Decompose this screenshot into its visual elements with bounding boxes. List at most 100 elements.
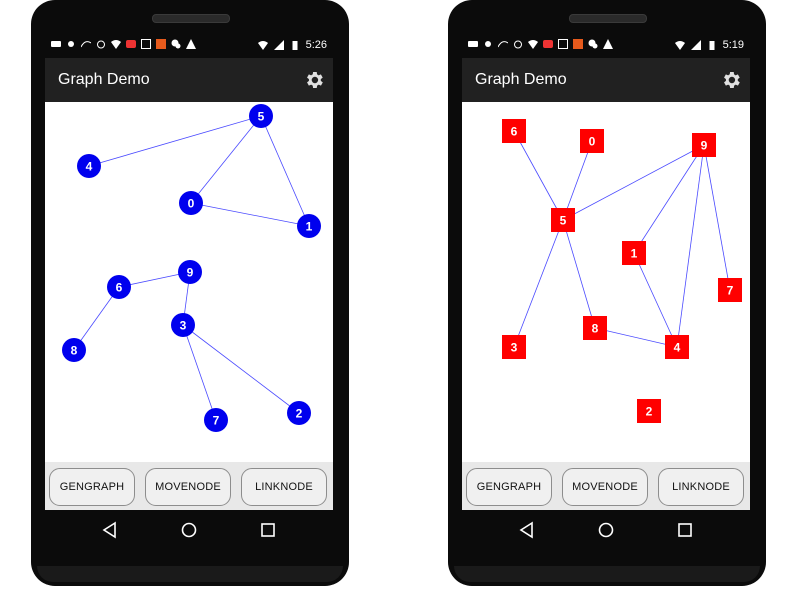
- graph-node-9[interactable]: 9: [692, 133, 716, 157]
- app-bar: Graph Demo: [462, 58, 750, 102]
- status-right: 5:26: [257, 39, 327, 51]
- node-label: 7: [213, 414, 220, 428]
- speaker-grille: [569, 14, 647, 23]
- graph-edge-1-4: [633, 252, 678, 348]
- graph-node-5[interactable]: 5: [551, 208, 575, 232]
- wifi-icon: [257, 41, 268, 50]
- badge-icon: [543, 40, 553, 48]
- status-bar: 5:19: [462, 36, 750, 56]
- status-bar: 5:26: [45, 36, 333, 56]
- wechat-icon: [171, 39, 181, 49]
- node-label: 3: [180, 319, 187, 333]
- graph-edge-5-0: [190, 115, 262, 204]
- linknode-button[interactable]: LINKNODE: [658, 468, 744, 506]
- gengraph-button[interactable]: GENGRAPH: [49, 468, 135, 506]
- graph-node-8[interactable]: 8: [583, 316, 607, 340]
- node-label: 8: [592, 322, 599, 336]
- node-label: 2: [296, 407, 303, 421]
- signature-icon: [498, 41, 508, 48]
- warning-icon: [186, 39, 196, 49]
- graph-edge-0-1: [190, 202, 310, 227]
- button-bar: GENGRAPH MOVENODE LINKNODE: [45, 462, 333, 510]
- graph-node-2[interactable]: 2: [637, 399, 661, 423]
- message-icon: [51, 41, 61, 47]
- graph-node-3[interactable]: 3: [171, 313, 195, 337]
- graph-edge-5-1: [260, 115, 310, 227]
- graph-node-6[interactable]: 6: [502, 119, 526, 143]
- brightness-icon: [68, 41, 74, 47]
- recents-icon[interactable]: [676, 521, 694, 539]
- graph-edge-5-8: [562, 219, 596, 329]
- home-icon[interactable]: [597, 521, 615, 539]
- back-icon[interactable]: [101, 521, 119, 539]
- a-icon: [156, 39, 166, 49]
- graph-edge-9-1: [633, 144, 705, 254]
- brightness-icon: [485, 41, 491, 47]
- graph-svg[interactable]: 5 4 0 1 9 6 3 8 7 2: [45, 102, 333, 462]
- node-label: 2: [646, 405, 653, 419]
- graph-edge-8-4: [594, 327, 678, 348]
- node-label: 4: [86, 160, 93, 174]
- node-label: 0: [589, 135, 596, 149]
- graph-edge-5-4: [88, 115, 262, 167]
- node-label: 6: [116, 281, 123, 295]
- linknode-button[interactable]: LINKNODE: [241, 468, 327, 506]
- warning-icon: [603, 39, 613, 49]
- graph-node-7[interactable]: 7: [204, 408, 228, 432]
- gear-icon[interactable]: [303, 69, 325, 91]
- graph-node-1[interactable]: 1: [297, 214, 321, 238]
- graph-node-2[interactable]: 2: [287, 401, 311, 425]
- graph-edge-3-7: [182, 324, 217, 421]
- app-title: Graph Demo: [58, 71, 150, 88]
- save-icon: [141, 39, 151, 49]
- graph-node-3[interactable]: 3: [502, 335, 526, 359]
- gear-icon[interactable]: [720, 69, 742, 91]
- recents-icon[interactable]: [259, 521, 277, 539]
- graph-node-8[interactable]: 8: [62, 338, 86, 362]
- gengraph-button[interactable]: GENGRAPH: [466, 468, 552, 506]
- nav-bar: [462, 512, 750, 548]
- status-time: 5:19: [722, 39, 744, 51]
- graph-node-4[interactable]: 4: [77, 154, 101, 178]
- badge-icon: [126, 40, 136, 48]
- graph-node-5[interactable]: 5: [249, 104, 273, 128]
- graph-svg[interactable]: 6 0 9 5 1 7 3 8 4 2: [462, 102, 750, 462]
- graph-edge-9-7: [703, 144, 731, 291]
- wifi-icon: [674, 41, 685, 50]
- phone-right: 5:19 Graph Demo 6 0 9 5 1 7 3 8 4 2 GENGRAPH MOVE…: [448, 0, 766, 586]
- graph-node-4[interactable]: 4: [665, 335, 689, 359]
- node-label: 5: [560, 214, 567, 228]
- graph-canvas[interactable]: 6 0 9 5 1 7 3 8 4 2: [462, 102, 750, 462]
- graph-canvas[interactable]: 5 4 0 1 9 6 3 8 7 2: [45, 102, 333, 462]
- home-icon[interactable]: [180, 521, 198, 539]
- graph-node-9[interactable]: 9: [178, 260, 202, 284]
- back-icon[interactable]: [518, 521, 536, 539]
- alarm-icon: [97, 40, 105, 49]
- wifi-question-icon: [528, 40, 538, 49]
- message-icon: [468, 41, 478, 47]
- movenode-button[interactable]: MOVENODE: [562, 468, 648, 506]
- graph-edge-9-5: [562, 144, 705, 221]
- save-icon: [558, 39, 568, 49]
- node-label: 5: [258, 110, 265, 124]
- graph-node-7[interactable]: 7: [718, 278, 742, 302]
- node-label: 6: [511, 125, 518, 139]
- graph-node-6[interactable]: 6: [107, 275, 131, 299]
- graph-edge-3-2: [182, 324, 300, 414]
- node-label: 7: [727, 284, 734, 298]
- signal-icon: [273, 40, 284, 50]
- graph-node-0[interactable]: 0: [179, 191, 203, 215]
- graph-node-1[interactable]: 1: [622, 241, 646, 265]
- node-label: 3: [511, 341, 518, 355]
- graph-edge-9-4: [676, 144, 705, 348]
- graph-edge-5-3: [513, 219, 564, 348]
- movenode-button[interactable]: MOVENODE: [145, 468, 231, 506]
- node-label: 8: [71, 344, 78, 358]
- status-time: 5:26: [305, 39, 327, 51]
- speaker-grille: [152, 14, 230, 23]
- graph-node-0[interactable]: 0: [580, 129, 604, 153]
- app-title: Graph Demo: [475, 71, 567, 88]
- alarm-icon: [514, 40, 522, 49]
- wifi-question-icon: [111, 40, 121, 49]
- node-label: 9: [701, 139, 708, 153]
